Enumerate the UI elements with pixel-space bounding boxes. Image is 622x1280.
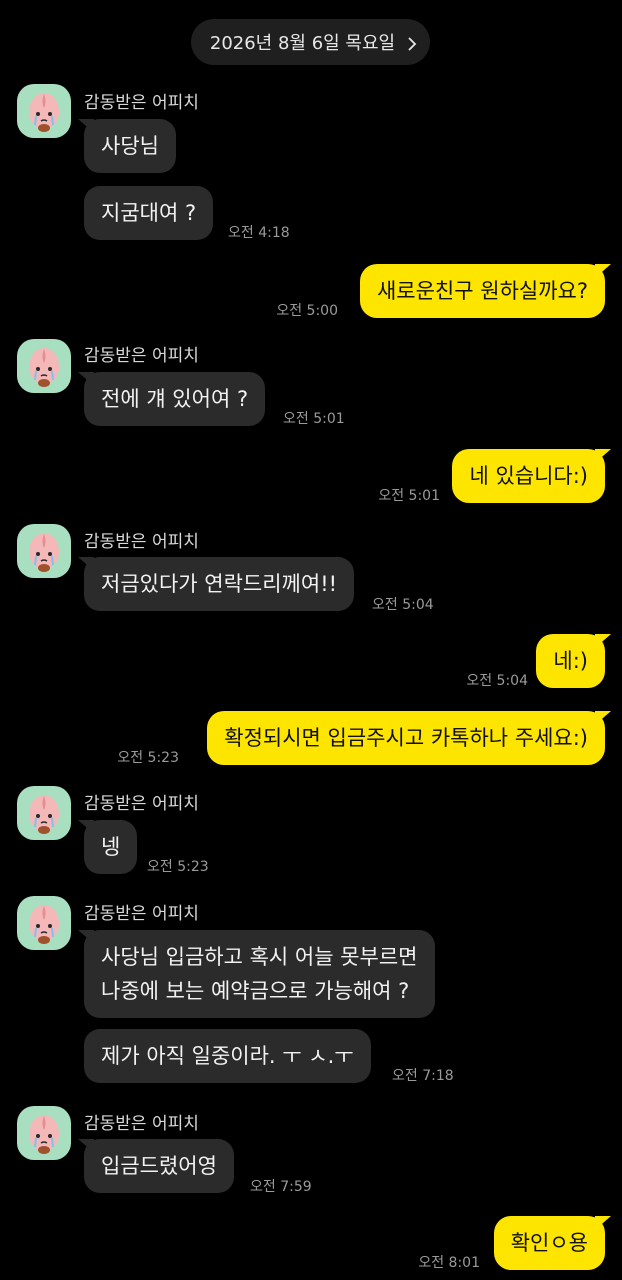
sender-name: 감동받은 어피치 [84, 346, 199, 366]
message-timestamp: 오전 5:04 [466, 673, 528, 689]
sender-avatar[interactable] [17, 524, 71, 578]
sender-avatar[interactable] [17, 786, 71, 840]
sender-name: 감동받은 어피치 [84, 93, 199, 113]
outgoing-message-bubble[interactable]: 네 있습니다:) [452, 449, 605, 503]
message-timestamp: 오전 5:00 [276, 303, 338, 319]
apeach-character-icon [29, 1115, 59, 1154]
incoming-message-bubble[interactable]: 사당님 [84, 119, 176, 173]
incoming-message-bubble[interactable]: 제가 아직 일중이라. ㅜ ㅅ.ㅜ [84, 1029, 371, 1083]
message-text: 입금드렸어영 [101, 1154, 217, 1178]
sender-avatar[interactable] [17, 84, 71, 138]
message-text: 지굼대여 ? [101, 201, 197, 225]
message-text: 전에 걔 있어여 ? [101, 387, 249, 411]
date-header-label: 2026년 8월 6일 목요일 [209, 33, 396, 54]
message-timestamp: 오전 5:04 [372, 597, 434, 613]
message-text: 확정되시면 입금주시고 카톡하나 주세요:) [224, 726, 588, 750]
sender-avatar[interactable] [17, 339, 71, 393]
incoming-message-bubble[interactable]: 지굼대여 ? [84, 186, 214, 240]
apeach-character-icon [29, 348, 59, 387]
message-timestamp: 오전 8:01 [418, 1255, 480, 1271]
incoming-message-bubble[interactable]: 넹 [84, 820, 138, 874]
message-timestamp: 오전 5:23 [147, 859, 209, 875]
message-timestamp: 오전 7:59 [250, 1179, 312, 1195]
sender-name: 감동받은 어피치 [84, 1114, 199, 1134]
apeach-character-icon [29, 93, 59, 132]
outgoing-message-bubble[interactable]: 네:) [536, 634, 605, 688]
message-text: 저금있다가 연락드리께여!! [101, 572, 338, 596]
incoming-message-bubble[interactable]: 사당님 입금하고 혹시 어늘 못부르면 나중에 보는 예약금으로 가능해여 ? [84, 930, 435, 1018]
sender-name: 감동받은 어피치 [84, 794, 199, 814]
message-text: 확인ㅇ용 [510, 1231, 588, 1255]
message-timestamp: 오전 7:18 [392, 1068, 454, 1084]
apeach-character-icon [29, 905, 59, 944]
message-timestamp: 오전 5:01 [283, 411, 345, 427]
message-timestamp: 오전 4:18 [228, 225, 290, 241]
incoming-message-bubble[interactable]: 전에 걔 있어여 ? [84, 372, 266, 426]
sender-name: 감동받은 어피치 [84, 904, 199, 924]
outgoing-message-bubble[interactable]: 확정되시면 입금주시고 카톡하나 주세요:) [207, 711, 605, 765]
incoming-message-bubble[interactable]: 저금있다가 연락드리께여!! [84, 557, 355, 611]
sender-avatar[interactable] [17, 1106, 71, 1160]
outgoing-message-bubble[interactable]: 확인ㅇ용 [493, 1216, 605, 1270]
message-text-line: 사당님 입금하고 혹시 어늘 못부르면 [101, 945, 418, 969]
date-header-pill[interactable]: 2026년 8월 6일 목요일 [191, 19, 430, 65]
apeach-character-icon [29, 533, 59, 572]
message-text: 네:) [553, 649, 588, 673]
message-text-line: 나중에 보는 예약금으로 가능해여 ? [101, 979, 410, 1003]
message-text: 제가 아직 일중이라. ㅜ ㅅ.ㅜ [101, 1044, 354, 1068]
message-text: 넹 [101, 835, 121, 859]
outgoing-message-bubble[interactable]: 새로운친구 원하실까요? [359, 264, 605, 318]
message-text: 사당님 [101, 134, 159, 158]
incoming-message-bubble[interactable]: 입금드렸어영 [84, 1139, 234, 1193]
message-timestamp: 오전 5:23 [117, 750, 179, 766]
message-text: 새로운친구 원하실까요? [376, 279, 588, 303]
message-timestamp: 오전 5:01 [378, 488, 440, 504]
message-text: 네 있습니다:) [469, 464, 588, 488]
chevron-right-icon [407, 35, 417, 51]
sender-name: 감동받은 어피치 [84, 532, 199, 552]
sender-avatar[interactable] [17, 896, 71, 950]
apeach-character-icon [29, 795, 59, 834]
